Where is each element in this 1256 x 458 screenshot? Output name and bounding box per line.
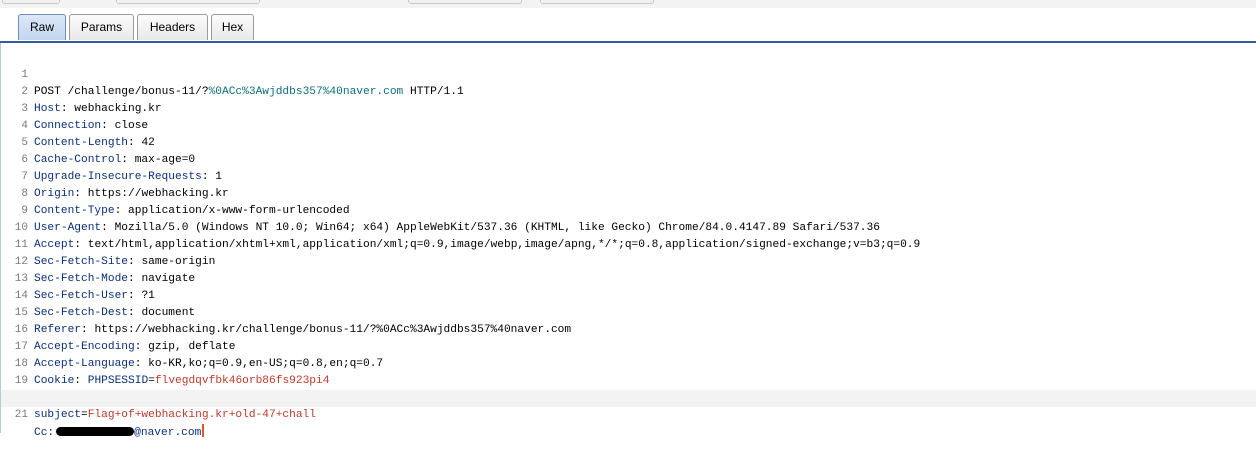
editor-line: 10 Accept: text/html,application/xhtml+x… <box>1 203 1256 251</box>
editor-line-current: 21 Cc: @naver.com <box>1 390 1256 439</box>
text-cursor <box>202 424 205 437</box>
editor-line: 2 Host: webhacking.kr <box>1 67 1256 115</box>
editor-line: 12 Sec-Fetch-Mode: navigate <box>1 237 1256 285</box>
editor-line: 1 POST /challenge/bonus-11/?%0ACc%3Awjdd… <box>1 50 1256 98</box>
editor-line: 3 Connection: close <box>1 84 1256 132</box>
message-view-tabs: Raw Params Headers Hex <box>0 8 1256 41</box>
tab-raw[interactable]: Raw <box>18 14 66 40</box>
editor-line: 4 Content-Length: 42 <box>1 101 1256 149</box>
editor-line: 13 Sec-Fetch-User: ?1 <box>1 254 1256 302</box>
editor-line: 20 subject=Flag+of+webhacking.kr+old-47+… <box>1 373 1256 421</box>
editor-line: 14 Sec-Fetch-Dest: document <box>1 271 1256 319</box>
toolbar-button-partial[interactable] <box>116 0 260 4</box>
toolbar-button-partial[interactable] <box>540 0 654 4</box>
cc-domain: @naver.com <box>134 427 202 439</box>
body-param-line: subject=Flag+of+webhacking.kr+old-47+cha… <box>34 409 316 421</box>
editor-line: 17 Accept-Language: ko-KR,ko;q=0.9,en-US… <box>1 322 1256 370</box>
cc-label: Cc: <box>34 427 55 439</box>
param-name: subject <box>34 409 81 421</box>
editor-line: 18 Cookie: PHPSESSID=flvegdqvfbk46orb86f… <box>1 339 1256 387</box>
redaction-mark <box>56 427 135 436</box>
editor-line: 5 Cache-Control: max-age=0 <box>1 118 1256 166</box>
editor-line: 19 <box>1 356 1256 387</box>
line-number: 21 <box>14 409 28 421</box>
tab-hex[interactable]: Hex <box>211 14 254 40</box>
toolbar-button-partial[interactable] <box>2 0 60 4</box>
top-toolbar-strip <box>0 0 1256 8</box>
editor-line: 15 Referer: https://webhacking.kr/challe… <box>1 288 1256 336</box>
editor-line: 7 Origin: https://webhacking.kr <box>1 152 1256 200</box>
tab-headers[interactable]: Headers <box>137 14 208 40</box>
raw-request-editor[interactable]: 1 POST /challenge/bonus-11/?%0ACc%3Awjdd… <box>0 43 1256 439</box>
editor-line: 11 Sec-Fetch-Site: same-origin <box>1 220 1256 268</box>
editor-line: 8 Content-Type: application/x-www-form-u… <box>1 169 1256 217</box>
editor-line: 16 Accept-Encoding: gzip, deflate <box>1 305 1256 353</box>
tab-params[interactable]: Params <box>69 14 134 40</box>
toolbar-button-partial[interactable] <box>408 0 522 4</box>
param-value: Flag+of+webhacking.kr+old-47+chall <box>87 409 316 421</box>
editor-line: 9 User-Agent: Mozilla/5.0 (Windows NT 10… <box>1 186 1256 234</box>
cc-line: Cc: @naver.com <box>34 424 205 442</box>
editor-line: 6 Upgrade-Insecure-Requests: 1 <box>1 135 1256 183</box>
